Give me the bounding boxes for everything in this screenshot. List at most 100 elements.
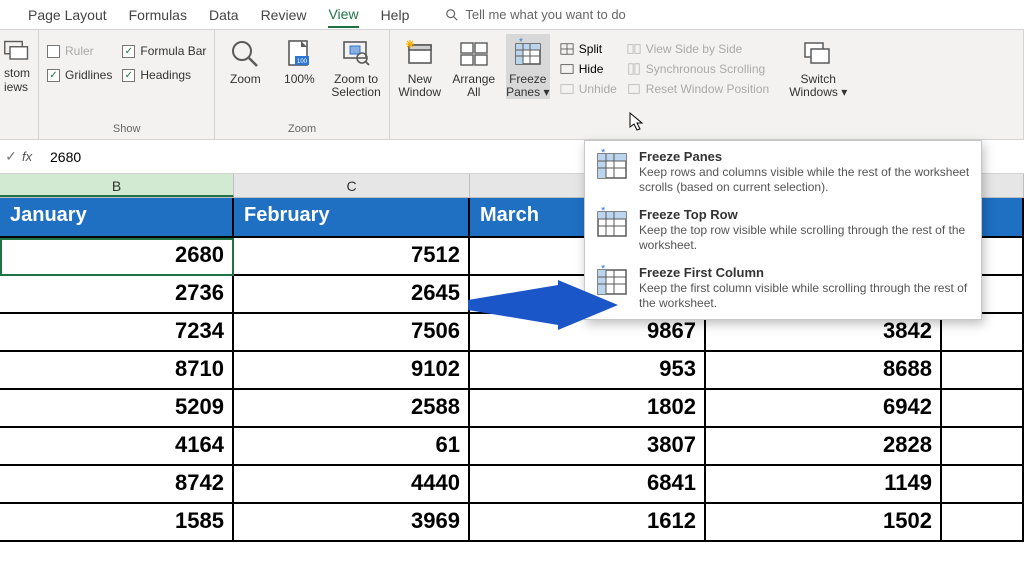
freeze-top-row-desc: Keep the top row visible while scrolling… (639, 223, 971, 253)
hide-icon (560, 62, 574, 76)
arrange-all-icon (458, 38, 490, 70)
cell[interactable]: 1802 (470, 390, 706, 428)
zoom-to-selection-button[interactable]: Zoom toSelection (331, 34, 380, 99)
cell[interactable] (942, 390, 1024, 428)
table-row: 1585396916121502 (0, 504, 1024, 542)
table-row: 5209258818026942 (0, 390, 1024, 428)
svg-text:*: * (601, 149, 606, 159)
freeze-panes-menu: * Freeze Panes Keep rows and columns vis… (584, 140, 982, 320)
cell[interactable]: 4440 (234, 466, 470, 504)
ruler-label: Ruler (65, 44, 94, 58)
cell[interactable] (942, 352, 1024, 390)
switch-l1: Switch (801, 72, 836, 86)
tab-formulas[interactable]: Formulas (129, 7, 187, 23)
arrange-l1: Arrange (452, 72, 495, 86)
new-window-button[interactable]: NewWindow (398, 34, 442, 99)
new-window-l2: Window (398, 85, 441, 99)
cell[interactable] (942, 428, 1024, 466)
cell[interactable]: 3807 (470, 428, 706, 466)
freeze-top-row-title: Freeze Top Row (639, 207, 971, 222)
cell[interactable]: 4164 (0, 428, 234, 466)
cancel-icon[interactable]: ✓ (0, 148, 22, 165)
cell[interactable]: 2645 (234, 276, 470, 314)
col-header-c[interactable]: C (234, 174, 470, 197)
cell[interactable]: 8710 (0, 352, 234, 390)
switch-windows-icon (802, 38, 834, 70)
freeze-first-col-title: Freeze First Column (639, 265, 971, 280)
search-icon (445, 8, 459, 22)
hide-button[interactable]: Hide (560, 62, 617, 76)
freeze-top-row-item[interactable]: * Freeze Top Row Keep the top row visibl… (585, 201, 981, 259)
month-feb[interactable]: February (234, 198, 470, 238)
group-label-window (398, 121, 1015, 137)
unhide-button: Unhide (560, 82, 617, 96)
cell[interactable]: 7506 (234, 314, 470, 352)
cell[interactable]: 3969 (234, 504, 470, 542)
switch-windows-button[interactable]: SwitchWindows ▾ (789, 34, 847, 99)
zoom-selection-icon (340, 38, 372, 70)
cell[interactable]: 5209 (0, 390, 234, 428)
formula-bar-checkbox[interactable]: ✓Formula Bar (122, 44, 206, 58)
cell[interactable]: 953 (470, 352, 706, 390)
cell[interactable]: 2736 (0, 276, 234, 314)
freeze-panes-button[interactable]: * FreezePanes ▾ (506, 34, 550, 99)
table-row: 41646138072828 (0, 428, 1024, 466)
cell[interactable]: 1612 (470, 504, 706, 542)
fx-icon[interactable]: fx (22, 149, 44, 164)
cell[interactable]: 6841 (470, 466, 706, 504)
freeze-panes-menu-icon: * (595, 149, 629, 183)
chevron-down-icon: ▾ (841, 85, 847, 99)
custom-views-button[interactable]: stomiews (0, 34, 34, 94)
freeze-first-column-item[interactable]: * Freeze First Column Keep the first col… (585, 259, 981, 317)
zoom-100-button[interactable]: 100 100% (277, 34, 321, 86)
cell[interactable]: 7512 (234, 238, 470, 276)
cell[interactable]: 6942 (706, 390, 942, 428)
hide-label: Hide (579, 62, 604, 76)
new-window-l1: New (408, 72, 432, 86)
cell[interactable]: 1149 (706, 466, 942, 504)
freeze-l1: Freeze (509, 72, 546, 86)
tab-view[interactable]: View (328, 6, 358, 28)
cell[interactable]: 7234 (0, 314, 234, 352)
freeze-panes-item[interactable]: * Freeze Panes Keep rows and columns vis… (585, 143, 981, 201)
split-icon (560, 42, 574, 56)
zoom-button[interactable]: Zoom (223, 34, 267, 86)
month-jan[interactable]: January (0, 198, 234, 238)
tab-data[interactable]: Data (209, 7, 239, 23)
cell[interactable]: 9102 (234, 352, 470, 390)
cell[interactable]: 1502 (706, 504, 942, 542)
col-header-b[interactable]: B (0, 174, 234, 197)
tab-review[interactable]: Review (261, 7, 307, 23)
unhide-label: Unhide (579, 82, 617, 96)
freeze-panes-icon: * (512, 38, 544, 70)
freeze-top-row-icon: * (595, 207, 629, 241)
split-button[interactable]: Split (560, 42, 617, 56)
freeze-l2: Panes (506, 85, 540, 99)
side-by-side-label: View Side by Side (646, 42, 743, 56)
cell[interactable]: 1585 (0, 504, 234, 542)
freeze-first-col-desc: Keep the first column visible while scro… (639, 281, 971, 311)
sync-scroll-button: Synchronous Scrolling (627, 62, 769, 76)
cell[interactable] (942, 504, 1024, 542)
cell[interactable]: 2828 (706, 428, 942, 466)
tell-me-search[interactable]: Tell me what you want to do (445, 7, 625, 22)
cell[interactable]: 2588 (234, 390, 470, 428)
gridlines-checkbox[interactable]: ✓Gridlines (47, 68, 112, 82)
cell[interactable] (942, 466, 1024, 504)
reset-window-pos-button: Reset Window Position (627, 82, 769, 96)
formula-bar-label: Formula Bar (140, 44, 206, 58)
page-100-icon: 100 (283, 38, 315, 70)
split-label: Split (579, 42, 602, 56)
tab-help[interactable]: Help (381, 7, 410, 23)
cell[interactable]: 8688 (706, 352, 942, 390)
ruler-checkbox: Ruler (47, 44, 112, 58)
zoom-sel-label-1: Zoom to (334, 72, 378, 86)
cell[interactable]: 8742 (0, 466, 234, 504)
tab-page-layout[interactable]: Page Layout (28, 7, 107, 23)
headings-checkbox[interactable]: ✓Headings (122, 68, 206, 82)
reset-pos-label: Reset Window Position (646, 82, 769, 96)
menu-tabs: Page Layout Formulas Data Review View He… (0, 0, 1024, 30)
arrange-all-button[interactable]: ArrangeAll (452, 34, 496, 99)
cell[interactable]: 61 (234, 428, 470, 466)
cell[interactable]: 2680 (0, 238, 234, 276)
